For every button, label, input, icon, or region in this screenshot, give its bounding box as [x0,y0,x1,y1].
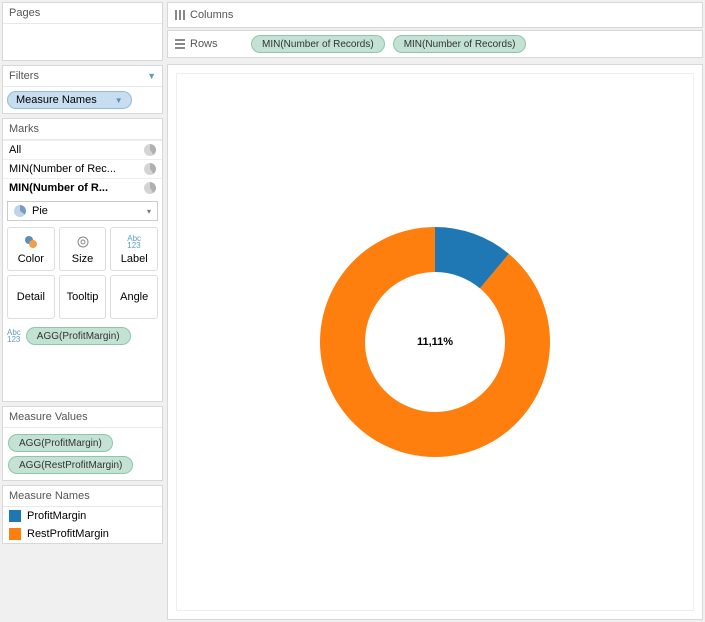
marks-header: Marks [3,119,162,140]
marks-card-all[interactable]: All [3,140,162,159]
rows-icon [174,38,186,50]
color-swatch [9,510,21,522]
color-icon [23,234,39,250]
marks-card-2[interactable]: MIN(Number of R... [3,178,162,197]
measure-names-panel: Measure Names ProfitMargin RestProfitMar… [2,485,163,544]
measure-value-pill[interactable]: AGG(RestProfitMargin) [8,456,133,474]
legend-item[interactable]: ProfitMargin [3,507,162,525]
color-swatch [9,528,21,540]
pie-icon [14,205,26,217]
angle-button[interactable]: Angle [110,275,158,319]
filters-panel: Filters ▼ Measure Names ▼ [2,65,163,114]
marks-card-1[interactable]: MIN(Number of Rec... [3,159,162,178]
donut-chart: 11,11% [315,222,555,462]
measure-values-panel: Measure Values AGG(ProfitMargin) AGG(Res… [2,406,163,481]
visualization-area: 11,11% [167,64,703,620]
pages-header: Pages [3,3,162,24]
mark-type-select[interactable]: Pie ▾ [7,201,158,221]
rows-shelf[interactable]: Rows MIN(Number of Records) MIN(Number o… [167,30,703,58]
label-icon: Abc123 [7,329,21,343]
chevron-down-icon: ▼ [147,71,156,81]
color-button[interactable]: Color [7,227,55,271]
size-button[interactable]: Size [59,227,107,271]
measure-values-header: Measure Values [3,407,162,428]
legend-item[interactable]: RestProfitMargin [3,525,162,543]
marks-panel: Marks All MIN(Number of Rec... MIN(Numbe… [2,118,163,402]
detail-button[interactable]: Detail [7,275,55,319]
label-icon: Abc123 [126,234,142,250]
filter-pill-label: Measure Names [16,94,97,106]
columns-shelf[interactable]: Columns [167,2,703,28]
size-icon [75,234,91,250]
filters-title: Filters [9,70,39,82]
chart-center-label: 11,11% [417,336,453,348]
row-pill[interactable]: MIN(Number of Records) [251,35,385,53]
pie-icon [144,144,156,156]
filters-header[interactable]: Filters ▼ [3,66,162,87]
pages-panel: Pages [2,2,163,61]
chevron-down-icon: ▾ [147,207,151,216]
chevron-down-icon: ▼ [115,96,123,105]
columns-icon [174,9,186,21]
row-pill[interactable]: MIN(Number of Records) [393,35,527,53]
pie-icon [144,163,156,175]
pie-icon [144,182,156,194]
label-button[interactable]: Abc123 Label [110,227,158,271]
label-pill-profitmargin[interactable]: AGG(ProfitMargin) [26,327,131,345]
measure-names-header: Measure Names [3,486,162,507]
tooltip-button[interactable]: Tooltip [59,275,107,319]
filter-pill-measure-names[interactable]: Measure Names ▼ [7,91,132,109]
measure-value-pill[interactable]: AGG(ProfitMargin) [8,434,113,452]
